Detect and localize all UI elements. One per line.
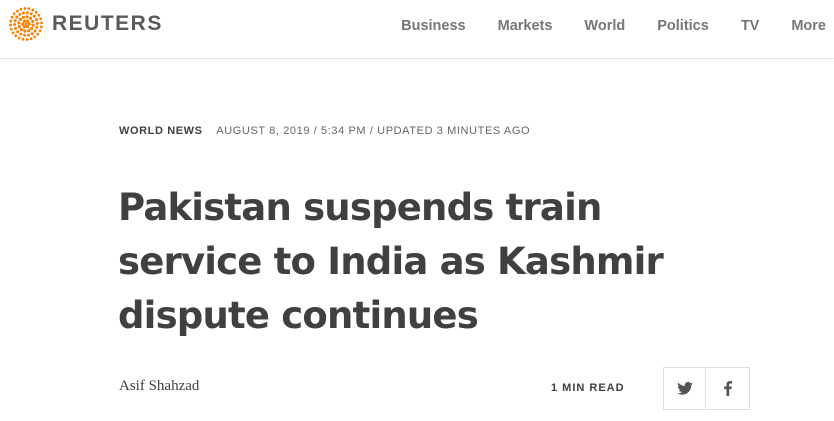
logo-dot [9, 27, 13, 31]
share-facebook-button[interactable] [706, 367, 750, 410]
article-headline: Pakistan suspends train service to India… [118, 186, 664, 337]
logo-dot [19, 28, 24, 32]
logo-dot [21, 37, 25, 41]
logo-dot [39, 17, 43, 21]
logo-dot [39, 25, 43, 29]
author-byline[interactable]: Asif Shahzad [119, 378, 199, 395]
article-meta: WORLD NEWS AUGUST 8, 2019 / 5:34 PM / UP… [119, 125, 530, 137]
logo-dot [36, 32, 40, 36]
logo-dot [35, 25, 39, 29]
logo-dot [10, 15, 14, 19]
logo-dot [14, 34, 18, 38]
logo-dot [22, 25, 26, 29]
logo-dot [18, 12, 22, 16]
brand-name: REUTERS [52, 12, 163, 35]
logo-dot [13, 19, 17, 23]
nav-world[interactable]: World [584, 18, 625, 34]
logo-dot [29, 12, 33, 16]
logo-dot [12, 12, 16, 16]
logo-dot [23, 7, 27, 10]
logo-dot [38, 29, 42, 33]
logo-dot [26, 19, 30, 23]
share-buttons [663, 367, 750, 410]
logo-dot [25, 38, 29, 41]
logo-dot [40, 21, 43, 25]
nav-politics[interactable]: Politics [657, 18, 709, 34]
logo-dot [15, 9, 19, 13]
logo-dot [37, 13, 41, 17]
logo-dot [15, 15, 19, 19]
logo-dot [21, 15, 25, 19]
logo-dot [31, 23, 35, 27]
logo-dot [27, 29, 31, 33]
nav-markets[interactable]: Markets [498, 18, 553, 34]
logo-dot [17, 36, 21, 40]
logo-dot [25, 11, 29, 15]
logo-dot [24, 22, 28, 26]
logo-dot [34, 10, 38, 14]
logo-dot [17, 21, 21, 25]
nav-business[interactable]: Business [401, 18, 465, 34]
facebook-icon [723, 381, 732, 396]
logo-dot [23, 29, 27, 33]
logo-dot [21, 22, 25, 26]
logo-dot [32, 14, 36, 18]
dateline: AUGUST 8, 2019 / 5:34 PM / UPDATED 3 MIN… [216, 125, 531, 137]
logo-dot [27, 7, 31, 11]
logo-dot [17, 25, 21, 29]
logo-dot [33, 35, 37, 39]
logo-dot [25, 15, 29, 19]
logo-dot [16, 30, 20, 34]
logo-dot [11, 31, 15, 35]
logo-dot [29, 37, 33, 41]
reuters-logo[interactable]: REUTERS [8, 6, 163, 42]
logo-dot [35, 18, 39, 22]
twitter-icon [676, 382, 693, 395]
logo-dot [31, 19, 35, 23]
nav-tv[interactable]: TV [741, 18, 760, 34]
main-nav: Business Markets World Politics TV More [369, 0, 834, 52]
logo-dot [9, 19, 13, 23]
logo-dot [30, 26, 34, 31]
logo-dot [35, 21, 39, 25]
site-header: REUTERS Business Markets World Politics … [0, 0, 834, 59]
logo-dot [26, 25, 30, 29]
share-twitter-button[interactable] [663, 367, 706, 410]
logo-dot [27, 33, 31, 37]
read-time: 1 MIN READ [551, 382, 625, 394]
logo-dot [22, 19, 26, 23]
reuters-dot-logo-icon [9, 7, 43, 41]
logo-dot [33, 29, 37, 33]
logo-dot [19, 32, 23, 36]
logo-dot [9, 23, 12, 27]
logo-dot [13, 26, 17, 30]
logo-dot [19, 7, 23, 11]
logo-dot [23, 33, 27, 37]
logo-dot [31, 8, 35, 12]
logo-dot [30, 32, 34, 36]
section-label[interactable]: WORLD NEWS [119, 125, 203, 137]
logo-dot [28, 16, 33, 20]
logo-dot [27, 22, 31, 26]
logo-dot [13, 23, 17, 27]
logo-dot [21, 11, 25, 15]
nav-more[interactable]: More [791, 18, 826, 34]
logo-dot [18, 17, 22, 22]
